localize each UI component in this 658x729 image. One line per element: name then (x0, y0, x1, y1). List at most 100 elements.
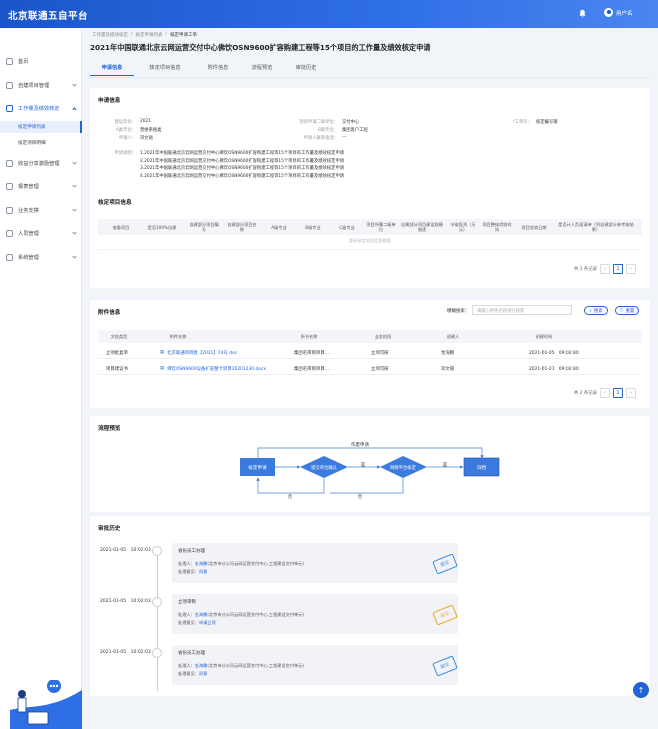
attachment-link[interactable]: ▤ 北京联通项目批【2021】74号.doc (160, 346, 237, 359)
tab-flow-preview[interactable]: 流程预览 (240, 64, 284, 76)
cell-time: 2021-01-21 09:02:80 (529, 366, 579, 372)
bell-icon[interactable] (578, 9, 587, 18)
tab-project-info[interactable]: 核定项目信息 (134, 64, 196, 76)
flow-edge-label: 是 (443, 462, 448, 468)
apply-description: 1.2021年中国联通北京云网运营交付中心佛饮OSN9600扩容购建工程等15个… (140, 150, 344, 180)
sidebar-item-support[interactable]: 业务支撑 (0, 203, 82, 217)
tab-divider (90, 77, 650, 78)
description-line: 2.2021年中国联通北京云网运营交付中心佛饮OSN9600扩容购建工程等15个… (140, 158, 345, 164)
breadcrumb-item[interactable]: 核定申请列表 (136, 32, 163, 38)
cell-creator: 金海鹏 (441, 350, 455, 356)
attachment-search-input[interactable]: 请输入附件名称进行搜索 (472, 305, 572, 315)
sidebar-item-people[interactable]: 人员管理 (0, 226, 82, 240)
support-icon (6, 206, 13, 214)
field-label: 申请人： (118, 136, 136, 141)
cell-node: 集团名审制项目… (294, 350, 330, 356)
chevron-down-icon (72, 230, 77, 235)
history-card: 审批历史 2021-01-05 10:02:03 省份员工办理 处理人：金海鹏(… (90, 516, 650, 696)
sidebar-subitem-apply-list[interactable]: 核定申请列表 (0, 121, 82, 133)
column-header: 自建部分项目编号 (189, 222, 219, 232)
cell-stage: 立项可研 (371, 350, 389, 356)
tab-attachments[interactable]: 附件信息 (196, 64, 240, 76)
table-row[interactable]: 立项批复单 ▤ 北京联通项目批【2021】74号.doc 集团名审制项目… 立项可… (98, 346, 642, 359)
history-entry: 省份员工办理 处理人：金海鹏(北京市分公司云网运营交付中心.工程建设交付单元) … (172, 645, 458, 685)
flow-card: 流程预览 核定申请 提交单位确认 网络平台核定 归档 作废申请 是 是 否 否 (90, 416, 650, 512)
history-node: 省份员工办理 (178, 549, 205, 554)
project-info-section: 核定项目信息 查看项目 是否100%自建 自建部分项目编号 自建部分项目名称 A… (90, 190, 650, 288)
search-button[interactable]: ⌕ 搜索 (584, 306, 608, 315)
history-entry: 省份员工办理 处理人：金海鹏(北京市分公司云网运营交付中心.工程建设交付单元) … (172, 543, 458, 583)
field-label: 项目申请二级单位： (299, 120, 338, 125)
field-value: 核定编号钢 (536, 120, 558, 125)
sidebar-item-label: 人员管理 (18, 230, 39, 237)
column-header: 所节名称 (300, 334, 318, 339)
field-value: --- (342, 135, 347, 140)
history-opinion: 处理意见：申请立项 (178, 620, 216, 625)
workload-icon (6, 104, 13, 112)
page-number-button[interactable]: 1 (613, 388, 623, 398)
description-line: 4.2021年中国联通北京云网运营交付中心佛饮OSN9600扩容购建工程等15个… (140, 173, 345, 179)
sidebar-item-label: 业务支撑 (18, 207, 39, 214)
sidebar-item-self-build[interactable]: 自建项目管理 (0, 78, 82, 92)
prev-page-button[interactable]: ‹ (600, 264, 610, 274)
reset-button[interactable]: ○ 重置 (615, 306, 639, 315)
table-row[interactable]: 项目建议书 ▤ 佛饮OSN9600设备扩容整卡项目20201230.docx 集团… (98, 362, 642, 375)
column-header: 业务阶段 (374, 334, 392, 339)
field-label: B级专业： (317, 128, 338, 133)
tab-apply-info[interactable]: 申请信息 (90, 64, 134, 76)
flow-node-label: 网络平台核定 (390, 464, 416, 471)
sidebar: 首页 自建项目管理 工作量及绩效核定 核定申请列表 核定项目明细 收益分享激励管… (0, 28, 82, 729)
flow-edge (257, 447, 484, 459)
user-menu[interactable]: 用户名 (604, 8, 633, 17)
flow-edge (330, 478, 404, 494)
next-page-button[interactable]: › (626, 388, 636, 398)
submit-stamp: 提交 (432, 655, 458, 677)
top-bar: 北京联通五自平台 用户名 (0, 0, 658, 28)
sidebar-item-report[interactable]: 报表管理 (0, 179, 82, 193)
pagination-total: 共 2 条记录 (573, 391, 597, 396)
breadcrumb: 工作量及绩效核定 / 核定申请列表 / 核定申请工单 (92, 32, 198, 38)
history-handler: 处理人：金海鹏(北京市分公司云网运营交付中心.工程建设交付单元) (178, 612, 305, 617)
sidebar-item-home[interactable]: 首页 (0, 54, 82, 68)
chevron-up-icon (72, 107, 77, 112)
cell-doc-type: 项目建议书 (106, 366, 128, 372)
column-header: 创建时间 (535, 334, 553, 339)
column-header: 项目所属二级单位 (366, 222, 396, 232)
column-header: 文档类型 (110, 334, 128, 339)
attachment-name: 北京联通项目批【2021】74号.doc (167, 350, 238, 356)
history-time: 2021-01-05 10:02:03 (100, 650, 151, 655)
prev-page-button[interactable]: ‹ (600, 388, 610, 398)
reset-icon: ○ (619, 308, 624, 313)
field-value: 邓文丽 (140, 136, 153, 141)
system-icon (6, 253, 13, 261)
chevron-down-icon (72, 183, 77, 188)
breadcrumb-item[interactable]: 工作量及绩效核定 (92, 32, 128, 38)
flow-diagram: 核定申请 提交单位确认 网络平台核定 归档 作废申请 是 是 否 否 (240, 441, 500, 500)
tab-approval-history[interactable]: 审批历史 (284, 64, 328, 76)
column-header: 附件名称 (169, 334, 187, 339)
sidebar-subitem-project-detail[interactable]: 核定项目明细 (0, 137, 82, 149)
app-title: 北京联通五自平台 (8, 11, 89, 22)
search-button-label: 搜索 (593, 308, 603, 314)
field-label: *工单号： (512, 120, 532, 125)
flow-edge-label: 是 (361, 462, 366, 468)
sidebar-item-system[interactable]: 系统管理 (0, 250, 82, 264)
cell-doc-type: 立项批复单 (106, 350, 128, 356)
sidebar-item-revenue[interactable]: 收益分享激励管理 (0, 156, 82, 170)
arrow-up-icon: ↑ (637, 685, 645, 695)
next-page-button[interactable]: › (626, 264, 636, 274)
sidebar-item-workload[interactable]: 工作量及绩效核定 (0, 101, 82, 115)
pagination-total: 共 3 条记录 (573, 267, 597, 272)
history-node: 省份员工办理 (178, 651, 205, 656)
search-label: 模糊搜索： (447, 309, 470, 314)
back-to-top-button[interactable]: ↑ (633, 682, 649, 698)
history-entry: 立项审制 处理人：金海鹏(北京市分公司云网运营交付中心.工程建设交付单元) 处理… (172, 594, 458, 634)
field-label: 申请说明： (114, 151, 136, 156)
sidebar-item-label: 工作量及绩效核定 (18, 105, 60, 112)
page-number-button[interactable]: 1 (613, 264, 623, 274)
project-pagination: 共 3 条记录 ‹ 1 › (574, 264, 636, 274)
timeline-node (152, 597, 162, 607)
attachment-link[interactable]: ▤ 佛饮OSN9600设备扩容整卡项目20201230.docx (160, 362, 266, 375)
timeline-line (156, 551, 158, 691)
cell-node: 集团名审制项目… (294, 366, 330, 372)
